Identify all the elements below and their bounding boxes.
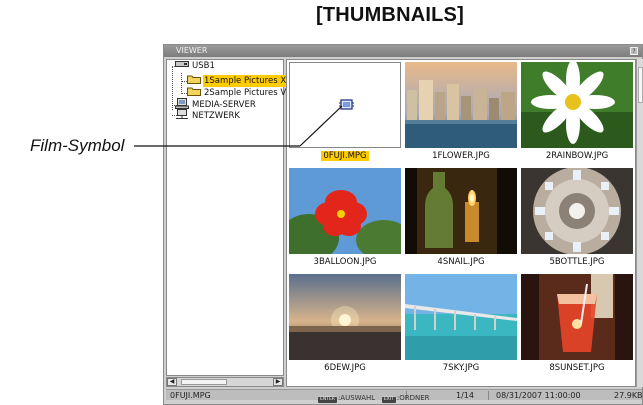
network-icon	[175, 108, 189, 124]
thumbnail-filename: 7SKY.JPG	[442, 363, 480, 373]
film-symbol-callout-label: Film-Symbol	[30, 136, 125, 155]
scroll-left-icon[interactable]: ◀	[167, 378, 177, 386]
help-icon[interactable]: ?	[630, 47, 638, 55]
city-photo	[405, 62, 517, 148]
thumbnail-item[interactable]: 7SKY.JPG	[405, 274, 517, 380]
enter-key-label: :AUSWAHL	[337, 394, 376, 402]
scroll-right-icon[interactable]: ▶	[273, 378, 283, 386]
tree-item-label: 1Sample Pictures X	[203, 75, 288, 87]
thumbnail-item[interactable]: 8SUNSET.JPG	[521, 274, 633, 380]
enter-key-icon: ENTER	[318, 397, 337, 403]
thumbnail-vertical-scrollbar[interactable]	[636, 59, 643, 387]
hibiscus-photo	[289, 168, 401, 254]
status-filesize: 27.9KB	[614, 391, 643, 400]
film-icon	[339, 99, 354, 110]
drive-icon	[175, 60, 189, 72]
bottle-photo	[405, 168, 517, 254]
flower-photo	[521, 62, 633, 148]
status-file-count: 1/14	[456, 391, 474, 400]
thumbnail-item[interactable]: 5BOTTLE.JPG	[521, 168, 633, 274]
status-datetime: 08/31/2007 11:00:00	[496, 391, 581, 400]
thumbnail-grid: 0FUJI.MPG 1FLOWER.JPG 2RAINBOW.JPG 3BALL…	[286, 59, 636, 387]
scrollbar-thumb[interactable]	[181, 379, 227, 385]
thumbnail-filename: 4SNAIL.JPG	[437, 257, 485, 267]
thumbnail-item[interactable]: 6DEW.JPG	[289, 274, 401, 380]
exit-key-label: :ORDNER	[396, 394, 430, 402]
exit-key-icon: EXIT	[381, 397, 396, 403]
tree-item-label: USB1	[192, 61, 215, 71]
thumbnail-filename: 2RAINBOW.JPG	[545, 151, 609, 161]
tree-item-netzwerk[interactable]: NETZWERK	[175, 108, 241, 124]
thumbnail-item[interactable]: 1FLOWER.JPG	[405, 62, 517, 168]
drink-photo	[521, 274, 633, 360]
thumbnail-image	[289, 62, 401, 148]
folder-tree: USB1 1Sample Pictures X 2Sample Pictures…	[166, 59, 288, 376]
tree-item-label: NETZWERK	[192, 111, 240, 121]
thumbnail-filename: 3BALLOON.JPG	[313, 257, 377, 267]
thumbnail-item[interactable]: 4SNAIL.JPG	[405, 168, 517, 274]
key-hints: ENTER:AUSWAHL EXIT:ORDNER	[318, 394, 430, 403]
status-filename: 0FUJI.MPG	[170, 391, 211, 400]
tree-item-2sample-pictures[interactable]: 2Sample Pictures V	[187, 87, 287, 99]
thumbnail-filename: 6DEW.JPG	[324, 363, 366, 373]
tree-item-usb1[interactable]: USB1	[175, 60, 216, 72]
viewer-window: VIEWER ? USB1 1Sample Pictures X 2Sample…	[163, 44, 643, 405]
thumbnail-item[interactable]: 3BALLOON.JPG	[289, 168, 401, 274]
tree-item-1sample-pictures[interactable]: 1Sample Pictures X	[187, 75, 288, 87]
tree-item-label: 2Sample Pictures V	[204, 88, 287, 98]
folder-icon	[187, 86, 201, 100]
dome-photo	[521, 168, 633, 254]
page-heading: [THUMBNAILS]	[316, 4, 464, 26]
viewer-title: VIEWER	[176, 46, 208, 55]
scrollbar-thumb[interactable]	[638, 67, 643, 103]
thumbnail-filename: 8SUNSET.JPG	[549, 363, 605, 373]
thumbnail-item[interactable]: 2RAINBOW.JPG	[521, 62, 633, 168]
thumbnail-filename: 5BOTTLE.JPG	[549, 257, 605, 267]
thumbnail-item[interactable]: 0FUJI.MPG	[289, 62, 401, 168]
tree-horizontal-scrollbar[interactable]: ◀ ▶	[166, 377, 284, 387]
sunset-photo	[289, 274, 401, 360]
bridge-photo	[405, 274, 517, 360]
viewer-titlebar: VIEWER ?	[164, 45, 642, 57]
thumbnail-filename: 0FUJI.MPG	[321, 151, 369, 161]
thumbnail-filename: 1FLOWER.JPG	[432, 151, 490, 161]
